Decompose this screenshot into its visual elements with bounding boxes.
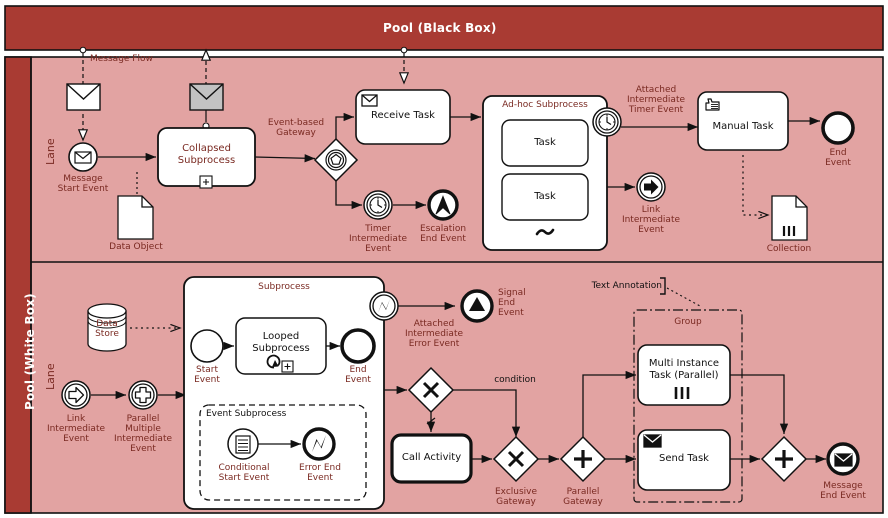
attached-intermediate-timer-event-label: Attached Intermediate Timer Event [626, 85, 686, 115]
conditional-start-event-label: Conditional Start Event [218, 463, 270, 483]
text-annotation-label: Text Annotation [591, 281, 662, 291]
end-event-2[interactable] [340, 328, 376, 364]
data-object-label: Data Object [109, 242, 163, 252]
error-end-event-label: Error End Event [299, 463, 341, 483]
event-based-gateway-label: Event-based Gateway [267, 118, 325, 138]
parallel-multiple-intermediate-event-label: Parallel Multiple Intermediate Event [113, 414, 173, 454]
link-intermediate-event-label: Link Intermediate Event [621, 205, 681, 235]
looped-subprocess-label: Looped Subprocess [252, 331, 310, 354]
error-end-event[interactable] [302, 427, 336, 461]
pool-white-box-title: Pool (White Box) [23, 293, 37, 410]
conditional-start-event[interactable] [227, 428, 259, 460]
collection-label: Collection [766, 244, 812, 254]
adhoc-subprocess-label: Ad-hoc Subprocess [502, 100, 588, 110]
bpmn-diagram-canvas: Pool (Black Box) Pool (White Box) Lane L… [0, 0, 888, 518]
signal-end-event-label: Signal End Event [498, 288, 526, 318]
subprocess-label: Subprocess [258, 282, 310, 292]
event-subprocess-label: Event Subprocess [206, 409, 287, 419]
exclusive-gateway-label: Exclusive Gateway [494, 487, 538, 507]
start-event-label: Start Event [194, 365, 220, 385]
message-start-event-label: Message Start Event [57, 174, 109, 194]
adhoc-subprocess[interactable] [482, 95, 608, 251]
end-event[interactable] [821, 111, 855, 145]
parallel-gateway-label: Parallel Gateway [563, 487, 603, 507]
escalation-end-event[interactable] [427, 189, 459, 221]
start-event[interactable] [190, 329, 224, 363]
signal-end-event[interactable] [460, 289, 494, 323]
collapsed-subprocess-label: Collapsed Subprocess [177, 143, 236, 166]
adhoc-task-1-label: Task [534, 137, 556, 148]
lane-2-title: Lane [44, 363, 57, 390]
parallel-multiple-intermediate-event[interactable] [128, 380, 158, 410]
end-event-label: End Event [825, 148, 851, 168]
lane-1-title: Lane [44, 138, 57, 165]
call-activity-label: Call Activity [401, 452, 462, 463]
message-envelope-white [66, 83, 101, 111]
attached-intermediate-error-event-label: Attached Intermediate Error Event [404, 319, 464, 349]
end-event-2-label: End Event [345, 365, 371, 385]
message-end-event[interactable] [826, 442, 860, 476]
collection-data-object[interactable] [771, 195, 808, 241]
group-label: Group [674, 317, 702, 327]
message-end-event-label: Message End Event [820, 481, 866, 501]
timer-intermediate-event-label: Timer Intermediate Event [348, 224, 408, 254]
data-object[interactable] [117, 195, 154, 240]
multi-instance-task-label: Multi Instance Task (Parallel) [648, 358, 720, 381]
send-task-label: Send Task [659, 453, 709, 464]
message-start-event[interactable] [68, 142, 98, 172]
condition-label: condition [494, 375, 536, 385]
link-intermediate-event-2[interactable] [61, 380, 91, 410]
link-intermediate-event[interactable] [636, 172, 666, 202]
adhoc-task-2-label: Task [534, 191, 556, 202]
timer-intermediate-event[interactable] [363, 190, 393, 220]
escalation-end-event-label: Escalation End Event [419, 224, 467, 244]
message-envelope-grey [189, 83, 224, 111]
message-flow-label: Message Flow [90, 54, 153, 64]
data-store-label: Data Store [95, 319, 119, 339]
manual-task-label: Manual Task [712, 121, 774, 132]
attached-intermediate-error-event[interactable] [369, 291, 399, 321]
receive-task-label: Receive Task [371, 110, 435, 121]
pool-black-box-title: Pool (Black Box) [383, 21, 497, 35]
